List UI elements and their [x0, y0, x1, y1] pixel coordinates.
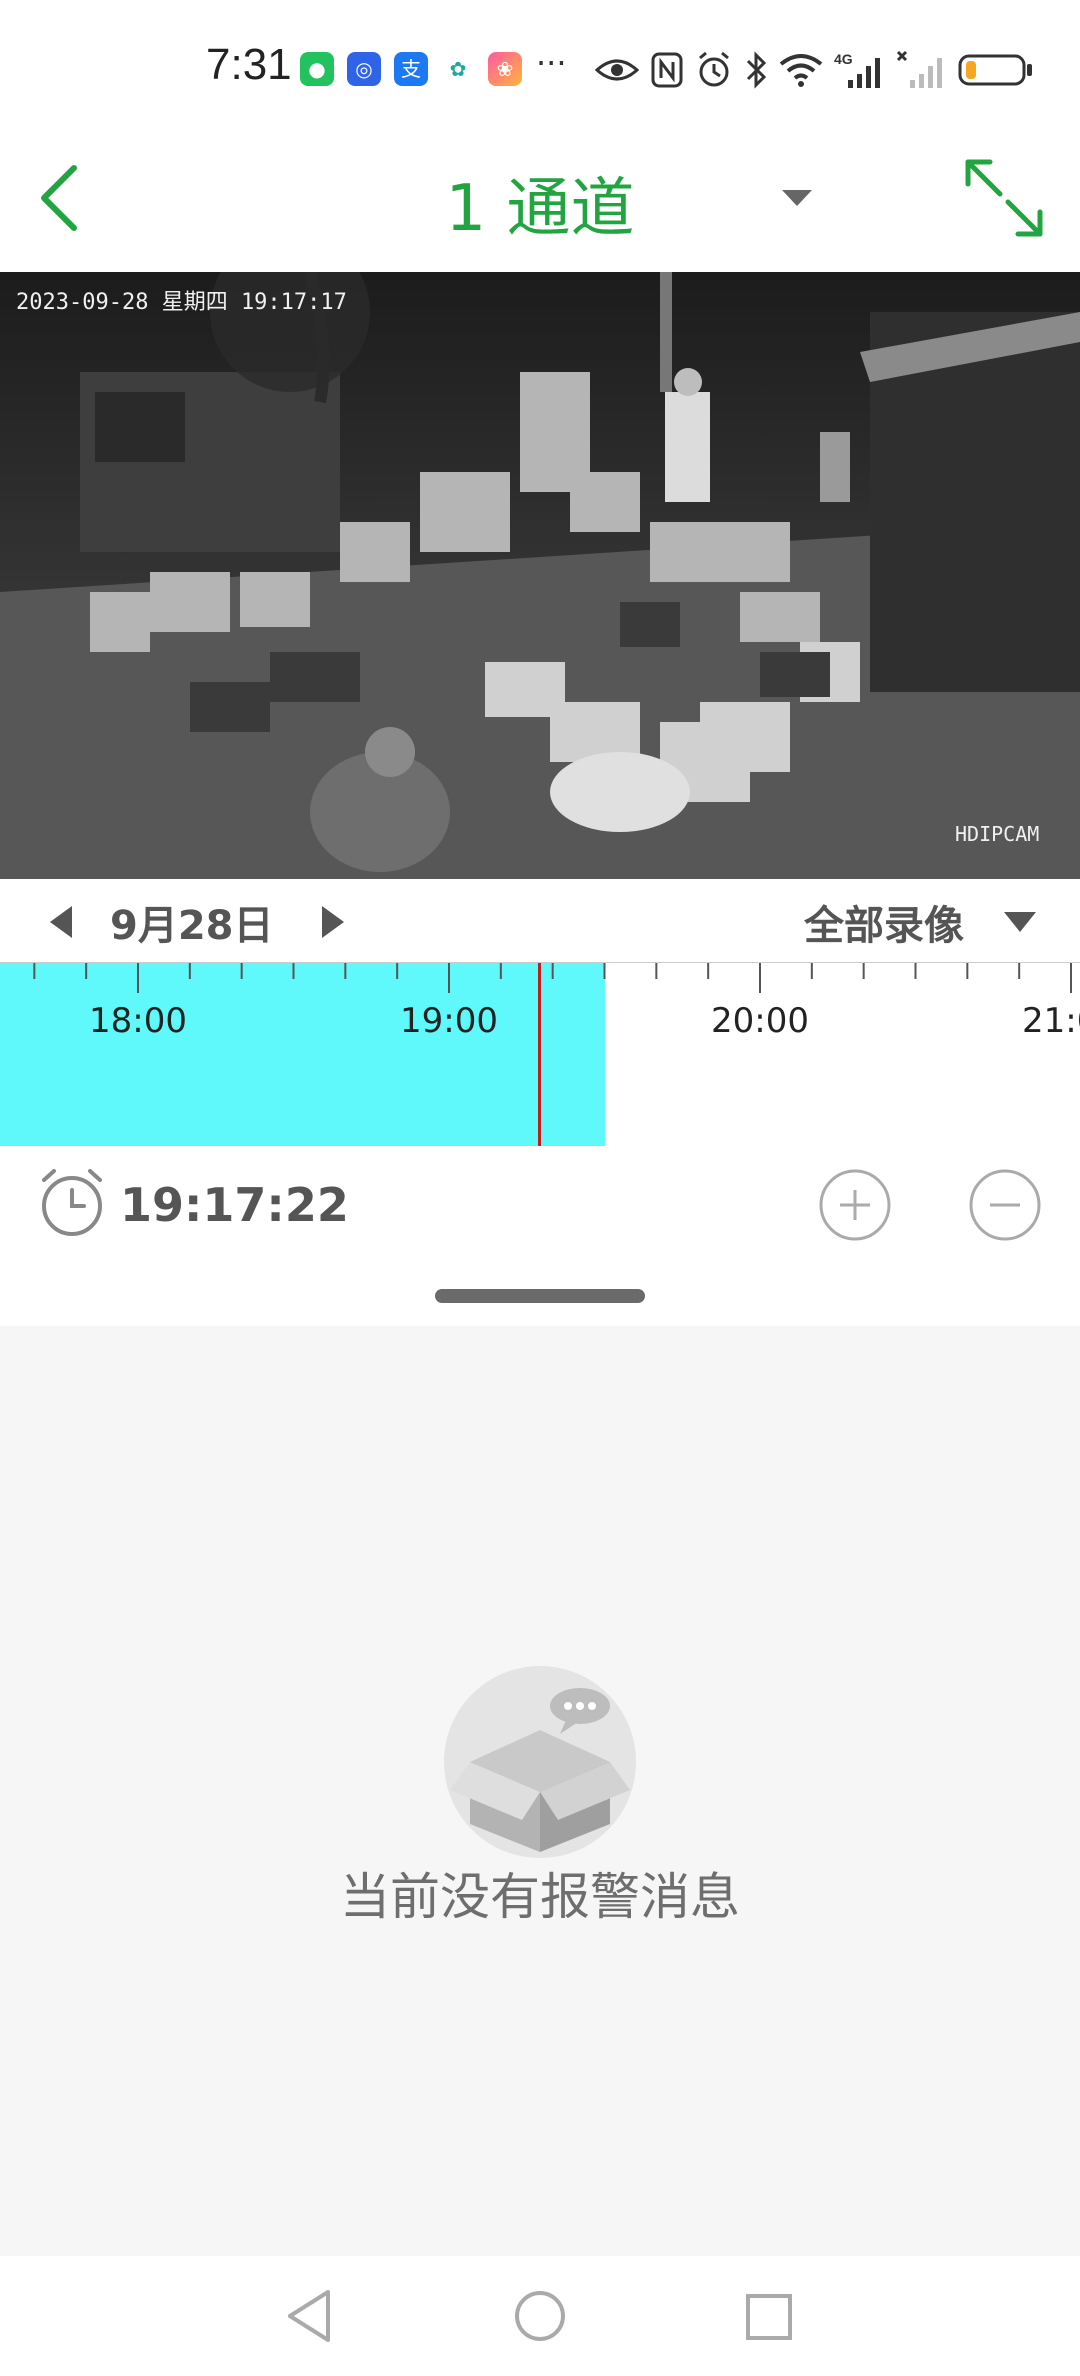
tick-label-19: 19:00 — [400, 1001, 498, 1041]
baidu-icon: ◎ — [347, 52, 381, 86]
home-nav-icon[interactable] — [514, 2290, 566, 2342]
eye-comfort-icon — [594, 59, 640, 81]
playhead-cursor[interactable] — [538, 963, 541, 1146]
alipay-icon: 支 — [394, 52, 428, 86]
wifi-icon — [779, 54, 823, 87]
alarm-icon — [699, 51, 729, 87]
bluetooth-icon — [746, 51, 767, 89]
next-day-icon[interactable] — [318, 904, 348, 940]
health-icon: ✿ — [441, 52, 475, 86]
empty-box-icon — [444, 1666, 636, 1858]
back-nav-icon[interactable] — [284, 2288, 334, 2344]
expand-icon[interactable] — [962, 156, 1046, 240]
clock-icon — [42, 1169, 102, 1236]
signal-4g-icon: 4G — [834, 51, 880, 88]
tick-label-18: 18:00 — [89, 1001, 187, 1041]
svg-text:4G: 4G — [834, 51, 853, 67]
channel-title[interactable]: 1 通道 — [0, 157, 1080, 249]
date-label[interactable]: 9月28日 — [110, 893, 274, 951]
wechat-icon: ● — [300, 52, 334, 86]
zoom-out-icon[interactable] — [968, 1168, 1042, 1242]
current-playback-time: 19:17:22 — [120, 1178, 349, 1232]
battery-low-icon — [958, 54, 1032, 86]
record-filter-dropdown[interactable]: 全部录像 — [804, 893, 964, 951]
tick-label-21: 21:00 — [1022, 1001, 1080, 1041]
timeline[interactable]: 18:00 19:00 20:00 21:00 — [0, 962, 1080, 1146]
caret-down-icon[interactable] — [780, 188, 814, 208]
more-notifications: ··· — [536, 44, 567, 82]
night-street-scene — [0, 272, 1080, 879]
photo-app-icon: ❀ — [488, 52, 522, 86]
zoom-in-icon[interactable] — [818, 1168, 892, 1242]
signal-no-sim-icon — [896, 50, 942, 88]
status-time: 7:31 — [206, 40, 292, 89]
tick-label-20: 20:00 — [711, 1001, 809, 1041]
recents-nav-icon[interactable] — [744, 2292, 794, 2342]
prev-day-icon[interactable] — [46, 904, 76, 940]
filter-caret-icon[interactable] — [1002, 910, 1038, 934]
video-osd-timestamp: 2023-09-28 星期四 19:17:17 — [16, 290, 347, 315]
drag-handle[interactable] — [435, 1289, 645, 1303]
nfc-icon — [651, 52, 683, 88]
empty-state-message: 当前没有报警消息 — [340, 1868, 740, 1926]
video-osd-brand: HDIPCAM — [955, 822, 1040, 846]
camera-video-feed[interactable] — [0, 272, 1080, 879]
